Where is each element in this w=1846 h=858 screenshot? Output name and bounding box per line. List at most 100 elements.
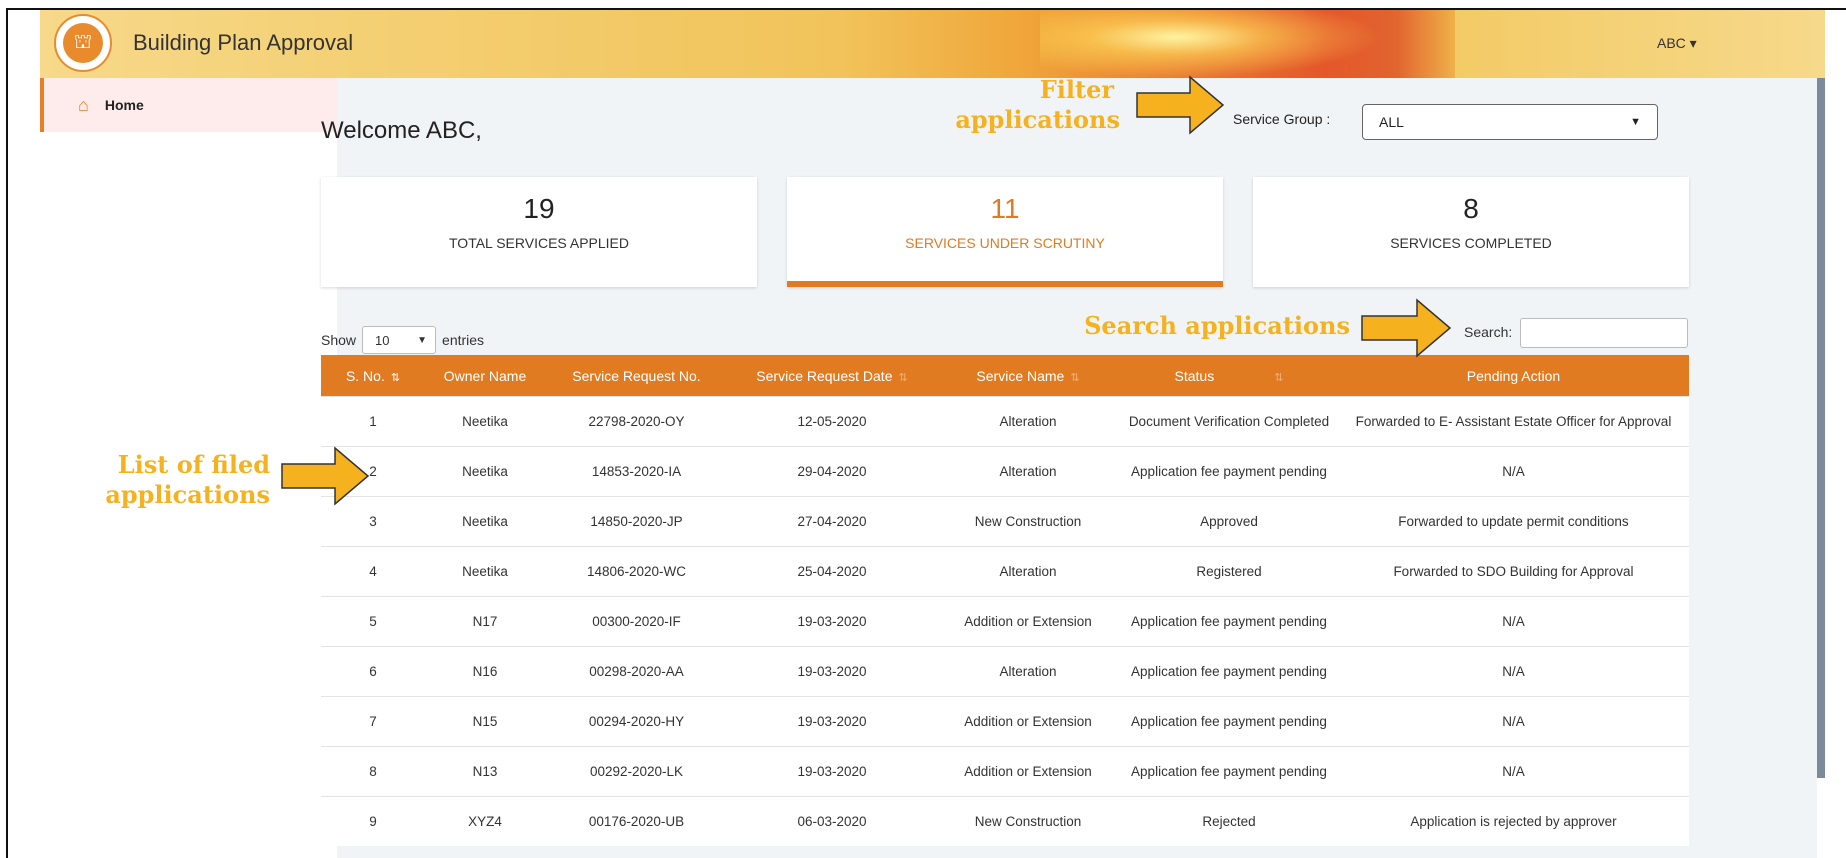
annotation-arrow-icon bbox=[1136, 75, 1225, 135]
table-cell: New Construction bbox=[936, 496, 1120, 547]
card-value: 19 bbox=[523, 193, 555, 224]
table-cell: Neetika bbox=[425, 396, 545, 447]
table-cell: 14850-2020-JP bbox=[545, 496, 728, 547]
table-row[interactable]: 1 Neetika 22798-2020-OY 12-05-2020 Alteratio… bbox=[321, 396, 1689, 447]
card-total-services[interactable]: 19 TOTAL SERVICES APPLIED bbox=[321, 177, 757, 287]
applications-table: S. No. ⇅ Owner Name Service Request No. S… bbox=[321, 355, 1689, 846]
search-input[interactable] bbox=[1520, 318, 1688, 348]
table-cell: Neetika bbox=[425, 546, 545, 597]
table-cell: 00294-2020-HY bbox=[545, 696, 728, 747]
service-group-select[interactable]: ALL ▼ bbox=[1362, 104, 1658, 140]
table-cell: 4 bbox=[321, 546, 425, 597]
user-menu[interactable]: ABC ▾ bbox=[1657, 35, 1697, 52]
column-header-sno[interactable]: S. No. ⇅ bbox=[321, 355, 425, 397]
table-cell: Forwarded to SDO Building for Approval bbox=[1338, 546, 1689, 597]
sort-icon: ⇅ bbox=[898, 371, 908, 384]
home-icon: ⌂ bbox=[78, 94, 89, 115]
table-cell: Alteration bbox=[936, 546, 1120, 597]
table-cell: 7 bbox=[321, 696, 425, 747]
column-header-service-name[interactable]: Service Name ⇅ bbox=[936, 355, 1120, 397]
card-under-scrutiny[interactable]: 11 SERVICES UNDER SCRUTINY bbox=[787, 177, 1223, 287]
table-cell: Application fee payment pending bbox=[1120, 746, 1338, 797]
table-row[interactable]: 8 N13 00292-2020-LK 19-03-2020 Addition or E… bbox=[321, 746, 1689, 797]
card-value: 11 bbox=[990, 193, 1020, 224]
table-cell: Application fee payment pending bbox=[1120, 646, 1338, 697]
table-cell: Neetika bbox=[425, 496, 545, 547]
table-cell: N/A bbox=[1338, 596, 1689, 647]
table-row[interactable]: 2 Neetika 14853-2020-IA 29-04-2020 Alteratio… bbox=[321, 446, 1689, 497]
header-decoration bbox=[1040, 10, 1380, 78]
table-cell: Alteration bbox=[936, 396, 1120, 447]
table-cell: 14806-2020-WC bbox=[545, 546, 728, 597]
logo-emblem-icon: ⛫ bbox=[63, 23, 103, 63]
sort-icon: ⇅ bbox=[390, 371, 401, 384]
table-cell: 00298-2020-AA bbox=[545, 646, 728, 697]
table-cell: 5 bbox=[321, 596, 425, 647]
annotation-list: List of filed applications bbox=[105, 450, 270, 509]
table-cell: Approved bbox=[1120, 496, 1338, 547]
sidebar-item-home[interactable]: ⌂ Home bbox=[40, 78, 337, 132]
table-cell: N/A bbox=[1338, 446, 1689, 497]
annotation-arrow-icon bbox=[1361, 298, 1452, 358]
service-group-value: ALL bbox=[1379, 114, 1404, 130]
table-cell: Application fee payment pending bbox=[1120, 446, 1338, 497]
card-completed[interactable]: 8 SERVICES COMPLETED bbox=[1253, 177, 1689, 287]
table-row[interactable]: 5 N17 00300-2020-IF 19-03-2020 Addition or E… bbox=[321, 596, 1689, 647]
table-cell: 06-03-2020 bbox=[728, 796, 936, 846]
app-logo: ⛫ bbox=[54, 14, 112, 72]
chevron-down-icon: ▼ bbox=[417, 334, 428, 346]
table-cell: N/A bbox=[1338, 746, 1689, 797]
column-header-owner-name[interactable]: Owner Name bbox=[425, 355, 545, 397]
vertical-scrollbar[interactable] bbox=[1817, 78, 1825, 778]
show-label: Show bbox=[321, 332, 357, 348]
table-cell: 8 bbox=[321, 746, 425, 797]
table-cell: Forwarded to update permit conditions bbox=[1338, 496, 1689, 547]
table-row[interactable]: 6 N16 00298-2020-AA 19-03-2020 Alteration App… bbox=[321, 646, 1689, 697]
table-cell: 19-03-2020 bbox=[728, 746, 936, 797]
table-cell: XYZ4 bbox=[425, 796, 545, 846]
table-cell: 19-03-2020 bbox=[728, 696, 936, 747]
service-group-label: Service Group : bbox=[1233, 111, 1331, 127]
table-cell: 12-05-2020 bbox=[728, 396, 936, 447]
table-cell: 29-04-2020 bbox=[728, 446, 936, 497]
entries-label: entries bbox=[442, 332, 485, 348]
entries-length-control: Show 10 ▼ entries bbox=[321, 326, 484, 354]
column-header-status[interactable]: Status ⇅ bbox=[1120, 355, 1338, 397]
table-cell: Forwarded to E- Assistant Estate Officer… bbox=[1338, 396, 1689, 447]
annotation-search: Search applications bbox=[1084, 311, 1350, 340]
table-row[interactable]: 4 Neetika 14806-2020-WC 25-04-2020 Alteratio… bbox=[321, 546, 1689, 597]
card-label: SERVICES UNDER SCRUTINY bbox=[905, 235, 1105, 251]
table-cell: 1 bbox=[321, 396, 425, 447]
entries-value: 10 bbox=[375, 332, 390, 348]
table-row[interactable]: 7 N15 00294-2020-HY 19-03-2020 Addition or E… bbox=[321, 696, 1689, 747]
app-title: Building Plan Approval bbox=[133, 30, 354, 55]
table-cell: N17 bbox=[425, 596, 545, 647]
table-row[interactable]: 3 Neetika 14850-2020-JP 27-04-2020 New Const… bbox=[321, 496, 1689, 547]
welcome-message: Welcome ABC, bbox=[321, 117, 482, 144]
annotation-filter: Filter applications bbox=[955, 75, 1120, 134]
table-cell: Addition or Extension bbox=[936, 746, 1120, 797]
column-header-request-date[interactable]: Service Request Date ⇅ bbox=[728, 355, 936, 397]
table-cell: N/A bbox=[1338, 646, 1689, 697]
column-header-request-no[interactable]: Service Request No. bbox=[545, 355, 728, 397]
table-cell: 00176-2020-UB bbox=[545, 796, 728, 846]
table-cell: 00300-2020-IF bbox=[545, 596, 728, 647]
search-label: Search: bbox=[1464, 324, 1513, 340]
table-cell: 9 bbox=[321, 796, 425, 846]
table-cell: 6 bbox=[321, 646, 425, 697]
table-cell: Neetika bbox=[425, 446, 545, 497]
entries-select[interactable]: 10 ▼ bbox=[362, 326, 437, 354]
sort-icon: ⇅ bbox=[1070, 371, 1080, 384]
table-cell: 19-03-2020 bbox=[728, 596, 936, 647]
annotation-arrow-icon bbox=[281, 446, 370, 506]
table-cell: 25-04-2020 bbox=[728, 546, 936, 597]
column-header-pending-action[interactable]: Pending Action bbox=[1338, 355, 1689, 397]
table-row[interactable]: 9 XYZ4 00176-2020-UB 06-03-2020 New Construc… bbox=[321, 796, 1689, 846]
table-cell: 14853-2020-IA bbox=[545, 446, 728, 497]
table-cell: Document Verification Completed bbox=[1120, 396, 1338, 447]
table-cell: 00292-2020-LK bbox=[545, 746, 728, 797]
table-cell: Alteration bbox=[936, 446, 1120, 497]
table-cell: 19-03-2020 bbox=[728, 646, 936, 697]
table-cell: Alteration bbox=[936, 646, 1120, 697]
table-header-row: S. No. ⇅ Owner Name Service Request No. S… bbox=[321, 355, 1689, 397]
